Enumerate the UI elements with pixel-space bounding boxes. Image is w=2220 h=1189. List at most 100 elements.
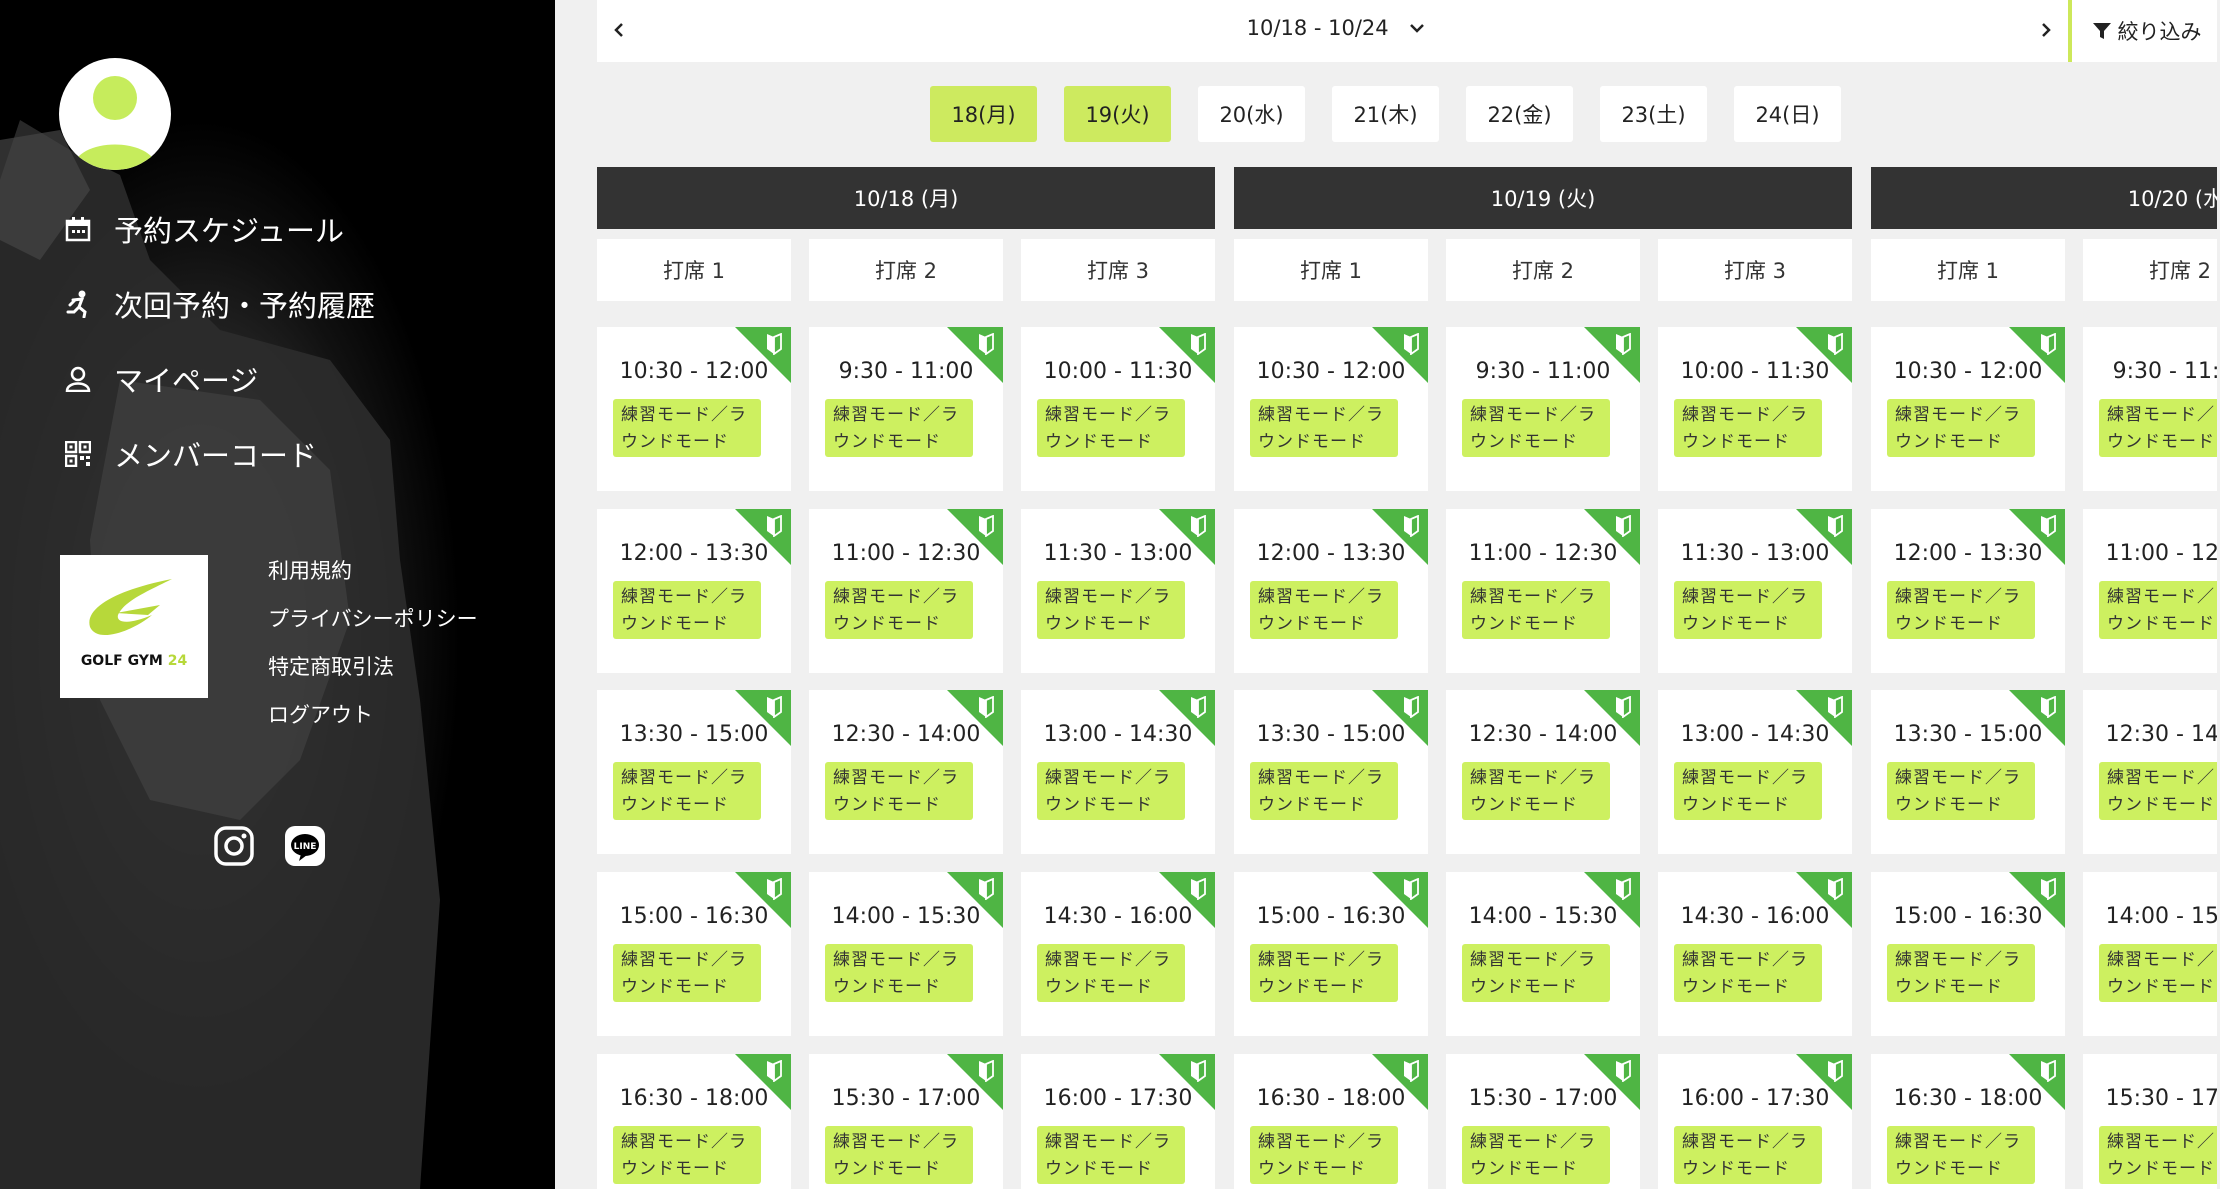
time-slot-card[interactable]: 10:30 - 12:00 練習モード／ラ ウンドモード <box>597 327 791 491</box>
time-slot-card[interactable]: 14:30 - 16:00 練習モード／ラ ウンドモード <box>1658 872 1852 1036</box>
time-slot-card[interactable]: 15:30 - 17:00 練習モード／ラウンドモード <box>2083 1054 2217 1189</box>
time-slot-card[interactable]: 9:30 - 11:00 練習モード／ラウンドモード <box>1446 327 1640 491</box>
time-slot-card[interactable]: 10:30 - 12:00 練習モード／ラ ウンドモード <box>1234 327 1428 491</box>
time-slot-card[interactable]: 12:30 - 14:00 練習モード／ラウンドモード <box>1446 690 1640 854</box>
beginner-mark-icon <box>1616 515 1631 537</box>
time-slot-card[interactable]: 15:00 - 16:30 練習モード／ラ ウンドモード <box>597 872 791 1036</box>
slot-time: 16:30 - 18:00 <box>1893 1086 2043 1111</box>
bay-header: 打席 2 <box>809 239 1003 301</box>
mode-label-line2: ウンドモード <box>621 432 729 452</box>
slot-time: 15:00 - 16:30 <box>619 904 769 929</box>
beginner-mark-icon <box>1828 878 1843 900</box>
time-slot-card[interactable]: 16:30 - 18:00 練習モード／ラ ウンドモード <box>1871 1054 2065 1189</box>
time-slot-card[interactable]: 13:00 - 14:30 練習モード／ラ ウンドモード <box>1658 690 1852 854</box>
slot-time: 12:00 - 13:30 <box>1256 541 1406 566</box>
slot-mode-tag: 練習モード／ラウンドモード <box>825 399 973 457</box>
line-icon[interactable]: LINE <box>285 826 325 866</box>
beginner-mark-icon <box>1616 1060 1631 1082</box>
nav-reservation-schedule[interactable]: 予約スケジュール <box>62 207 375 251</box>
slot-time: 14:00 - 15:30 <box>2105 904 2217 929</box>
time-slot-card[interactable]: 11:30 - 13:00 練習モード／ラ ウンドモード <box>1658 509 1852 673</box>
time-slot-card[interactable]: 9:30 - 11:00 練習モード／ラウンドモード <box>809 327 1003 491</box>
time-slot-card[interactable]: 16:30 - 18:00 練習モード／ラ ウンドモード <box>597 1054 791 1189</box>
time-slot-card[interactable]: 16:00 - 17:30 練習モード／ラ ウンドモード <box>1021 1054 1215 1189</box>
time-slot-card[interactable]: 11:00 - 12:30 練習モード／ラウンドモード <box>809 509 1003 673</box>
slot-mode-tag: 練習モード／ラウンドモード <box>1887 944 2035 1002</box>
slot-time: 12:30 - 14:00 <box>831 722 981 747</box>
time-slot-card[interactable]: 12:00 - 13:30 練習モード／ラ ウンドモード <box>1234 509 1428 673</box>
time-slot-card[interactable]: 12:30 - 14:00 練習モード／ラウンドモード <box>809 690 1003 854</box>
time-slot-card[interactable]: 11:30 - 13:00 練習モード／ラ ウンドモード <box>1021 509 1215 673</box>
time-slot-card[interactable]: 10:00 - 11:30 練習モード／ラ ウンドモード <box>1658 327 1852 491</box>
slot-time: 16:30 - 18:00 <box>619 1086 769 1111</box>
nav-member-code[interactable]: メンバーコード <box>62 432 375 476</box>
mode-label-line1: 練習モード／ラ <box>2107 950 2217 970</box>
commercial-transactions-link[interactable]: 特定商取引法 <box>268 651 478 679</box>
beginner-mark-icon <box>1191 333 1206 355</box>
schedule-grid: 10/18 (月) 打席 1 10:30 - 12:00 練習モード／ラ ウンドモード 1… <box>597 0 2217 1189</box>
time-slot-card[interactable]: 9:30 - 11:00 練習モード／ラウンドモード <box>2083 327 2217 491</box>
time-slot-card[interactable]: 15:00 - 16:30 練習モード／ラ ウンドモード <box>1234 872 1428 1036</box>
time-slot-card[interactable]: 13:30 - 15:00 練習モード／ラ ウンドモード <box>1871 690 2065 854</box>
time-slot-card[interactable]: 16:30 - 18:00 練習モード／ラ ウンドモード <box>1234 1054 1428 1189</box>
instagram-icon[interactable] <box>214 826 254 866</box>
time-slot-card[interactable]: 15:30 - 17:00 練習モード／ラウンドモード <box>809 1054 1003 1189</box>
mode-label-line2: ウンドモード <box>621 1159 729 1179</box>
slot-time: 9:30 - 11:00 <box>2112 359 2217 384</box>
time-slot-card[interactable]: 14:00 - 15:30 練習モード／ラウンドモード <box>2083 872 2217 1036</box>
time-slot-card[interactable]: 12:00 - 13:30 練習モード／ラ ウンドモード <box>1871 509 2065 673</box>
time-slot-card[interactable]: 15:30 - 17:00 練習モード／ラウンドモード <box>1446 1054 1640 1189</box>
time-slot-card[interactable]: 10:30 - 12:00 練習モード／ラ ウンドモード <box>1871 327 2065 491</box>
logout-link[interactable]: ログアウト <box>268 699 478 727</box>
mode-label-line1: 練習モード／ラ <box>621 405 747 425</box>
slot-time: 13:00 - 14:30 <box>1680 722 1830 747</box>
time-slot-card[interactable]: 13:30 - 15:00 練習モード／ラ ウンドモード <box>1234 690 1428 854</box>
time-slot-card[interactable]: 12:30 - 14:00 練習モード／ラウンドモード <box>2083 690 2217 854</box>
mode-label-line1: 練習モード／ラ <box>833 1132 959 1152</box>
mode-label-line1: 練習モード／ラ <box>1470 950 1596 970</box>
time-slot-card[interactable]: 16:00 - 17:30 練習モード／ラ ウンドモード <box>1658 1054 1852 1189</box>
time-slot-card[interactable]: 14:00 - 15:30 練習モード／ラウンドモード <box>1446 872 1640 1036</box>
user-avatar[interactable] <box>59 58 171 170</box>
mode-label-line2: ウンドモード <box>1470 1159 1578 1179</box>
beginner-mark-icon <box>1191 696 1206 718</box>
time-slot-card[interactable]: 13:00 - 14:30 練習モード／ラ ウンドモード <box>1021 690 1215 854</box>
slot-mode-tag: 練習モード／ラウンドモード <box>2099 762 2217 820</box>
mode-label-line2: ウンドモード <box>1258 432 1366 452</box>
time-slot-card[interactable]: 14:30 - 16:00 練習モード／ラ ウンドモード <box>1021 872 1215 1036</box>
slot-mode-tag: 練習モード／ラウンドモード <box>1674 1126 1822 1184</box>
mode-label-line2: ウンドモード <box>1470 432 1578 452</box>
mode-label-line1: 練習モード／ラ <box>2107 587 2217 607</box>
slot-mode-tag: 練習モード／ラウンドモード <box>2099 581 2217 639</box>
beginner-mark-icon <box>2041 696 2056 718</box>
time-slot-card[interactable]: 10:00 - 11:30 練習モード／ラ ウンドモード <box>1021 327 1215 491</box>
beginner-mark-icon <box>979 1060 994 1082</box>
beginner-mark-icon <box>2041 333 2056 355</box>
privacy-policy-link[interactable]: プライバシーポリシー <box>268 603 478 631</box>
time-slot-card[interactable]: 14:00 - 15:30 練習モード／ラウンドモード <box>809 872 1003 1036</box>
nav-label: マイページ <box>114 364 259 398</box>
mode-label-line1: 練習モード／ラ <box>1470 768 1596 788</box>
time-slot-card[interactable]: 12:00 - 13:30 練習モード／ラ ウンドモード <box>597 509 791 673</box>
slot-time: 14:00 - 15:30 <box>1468 904 1618 929</box>
slot-time: 11:00 - 12:30 <box>1468 541 1618 566</box>
terms-link[interactable]: 利用規約 <box>268 555 478 583</box>
mode-label-line2: ウンドモード <box>1470 795 1578 815</box>
slot-time: 16:30 - 18:00 <box>1256 1086 1406 1111</box>
bay-header: 打席 3 <box>1021 239 1215 301</box>
nav-next-reservation-history[interactable]: 次回予約・予約履歴 <box>62 282 375 326</box>
mode-label-line2: ウンドモード <box>1045 432 1153 452</box>
day-column-header: 10/18 (月) <box>597 167 1215 229</box>
time-slot-card[interactable]: 11:00 - 12:30 練習モード／ラウンドモード <box>1446 509 1640 673</box>
svg-text:LINE: LINE <box>294 842 317 852</box>
golf-gym-logo[interactable]: GOLF GYM 24 <box>60 555 208 698</box>
slot-mode-tag: 練習モード／ラウンドモード <box>1250 1126 1398 1184</box>
beginner-mark-icon <box>767 515 782 537</box>
runner-icon <box>62 288 94 320</box>
time-slot-card[interactable]: 11:00 - 12:30 練習モード／ラウンドモード <box>2083 509 2217 673</box>
beginner-mark-icon <box>767 1060 782 1082</box>
nav-my-page[interactable]: マイページ <box>62 357 375 401</box>
time-slot-card[interactable]: 15:00 - 16:30 練習モード／ラ ウンドモード <box>1871 872 2065 1036</box>
slot-mode-tag: 練習モード／ラウンドモード <box>1887 1126 2035 1184</box>
time-slot-card[interactable]: 13:30 - 15:00 練習モード／ラ ウンドモード <box>597 690 791 854</box>
